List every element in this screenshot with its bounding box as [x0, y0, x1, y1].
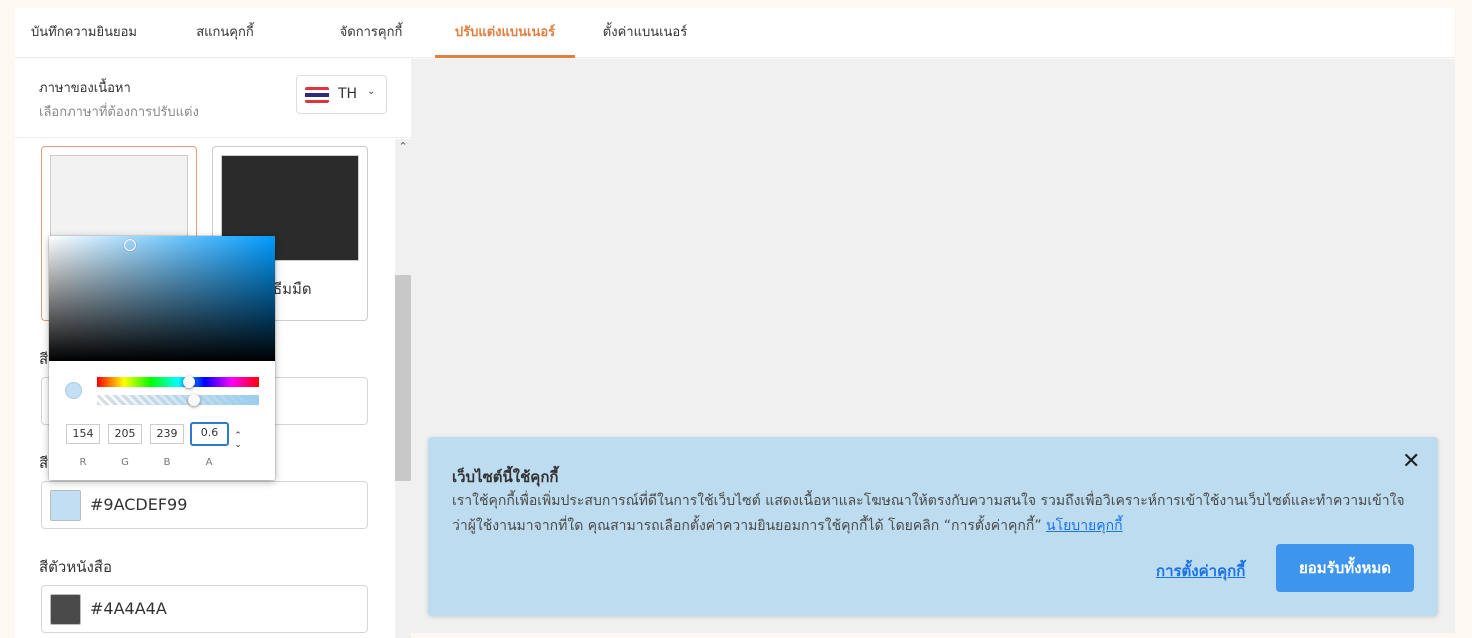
alpha-label: A — [205, 457, 213, 468]
thailand-flag-icon — [305, 87, 329, 103]
blue-input[interactable]: 239 — [150, 424, 184, 444]
banner-background-color-field[interactable]: #9ACDEF99 — [41, 481, 368, 529]
alpha-stepper[interactable]: ⌃ ⌄ — [233, 432, 243, 450]
panel-scrollbar[interactable]: ⌃ — [395, 139, 411, 638]
language-select[interactable]: TH ⌄ — [296, 75, 387, 114]
color-value: #9ACDEF99 — [90, 495, 188, 514]
alpha-slider[interactable] — [97, 395, 259, 405]
green-input[interactable]: 205 — [108, 424, 142, 444]
background-color-label: สี — [39, 350, 49, 368]
cookie-policy-link[interactable]: นโยบายคุกกี้ — [1046, 518, 1123, 534]
language-code: TH — [338, 86, 358, 102]
hue-slider[interactable] — [97, 377, 259, 387]
tab-bar: บันทึกความยินยอม สแกนคุกกี้ จัดการคุกกี้… — [15, 8, 1454, 58]
banner-description: เราใช้คุกกี้เพื่อเพิ่มประสบการณ์ที่ดีในก… — [452, 493, 1405, 534]
banner-title: เว็บไซต์นี้ใช้คุกกี้ — [452, 468, 559, 486]
saturation-area[interactable] — [49, 236, 275, 361]
tab-cookie-scan[interactable]: สแกนคุกกี้ — [180, 8, 270, 58]
hue-slider-handle[interactable] — [183, 376, 195, 388]
cookie-settings-link[interactable]: การตั้งค่าคุกกี้ — [1156, 559, 1245, 583]
banner-background-color-label: สี — [39, 454, 49, 472]
chevron-down-icon: ⌄ — [367, 86, 376, 97]
language-title: ภาษาของเนื้อหา — [39, 81, 131, 96]
cookie-banner: เว็บไซต์นี้ใช้คุกกี้ ✕ เราใช้คุกกี้เพื่อ… — [428, 437, 1438, 616]
tab-banner-settings[interactable]: ตั้งค่าแบนเนอร์ — [595, 8, 695, 58]
language-header: ภาษาของเนื้อหา เลือกภาษาที่ต้องการปรับแต… — [15, 59, 411, 138]
red-label: R — [79, 457, 87, 468]
accept-all-button[interactable]: ยอมรับทั้งหมด — [1276, 544, 1414, 592]
color-swatch[interactable] — [50, 490, 81, 521]
color-swatch[interactable] — [50, 594, 81, 625]
tab-customize-banner[interactable]: ปรับแต่งแบนเนอร์ — [435, 8, 575, 58]
page-edge — [1455, 0, 1472, 638]
text-color-field[interactable]: #4A4A4A — [41, 585, 368, 633]
language-subtitle: เลือกภาษาที่ต้องการปรับแต่ง — [39, 105, 199, 120]
green-label: G — [121, 457, 129, 468]
color-value: #4A4A4A — [90, 599, 167, 618]
red-input[interactable]: 154 — [66, 424, 100, 444]
alpha-slider-handle[interactable] — [188, 394, 200, 406]
alpha-input[interactable]: 0.6 — [190, 422, 229, 446]
close-icon[interactable]: ✕ — [1402, 449, 1420, 474]
scroll-up-icon[interactable]: ⌃ — [395, 139, 411, 155]
color-picker: 154 205 239 0.6 ⌃ ⌄ R G B A — [49, 236, 275, 480]
tab-consent-log[interactable]: บันทึกความยินยอม — [15, 8, 153, 58]
color-preview — [65, 382, 82, 399]
theme-dark-label: ธีมมืด — [273, 280, 312, 298]
text-color-label: สีตัวหนังสือ — [39, 558, 112, 576]
scroll-thumb[interactable] — [395, 275, 411, 481]
saturation-cursor[interactable] — [124, 239, 136, 251]
banner-text: เราใช้คุกกี้เพื่อเพิ่มประสบการณ์ที่ดีในก… — [452, 489, 1412, 539]
tab-manage-cookies[interactable]: จัดการคุกกี้ — [321, 8, 421, 58]
blue-label: B — [163, 457, 171, 468]
